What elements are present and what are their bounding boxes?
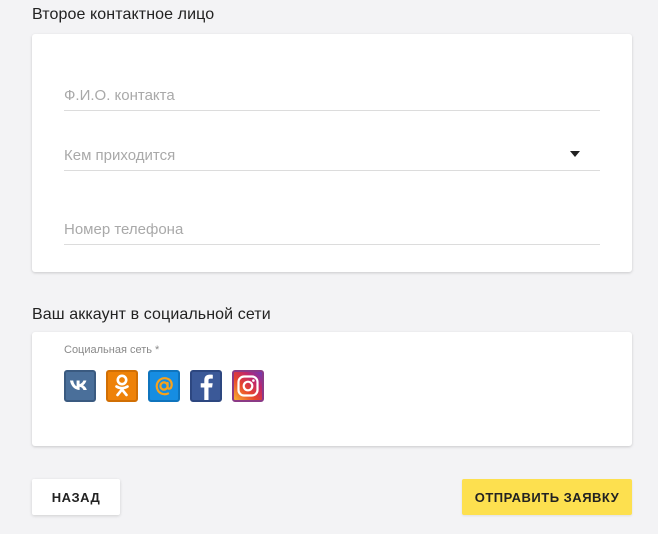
submit-application-button[interactable]: ОТПРАВИТЬ ЗАЯВКУ: [462, 479, 632, 515]
contact-name-field[interactable]: Ф.И.О. контакта: [64, 80, 600, 111]
social-account-title: Ваш аккаунт в социальной сети: [32, 306, 271, 323]
second-contact-title: Второе контактное лицо: [32, 6, 215, 23]
social-network-label: Социальная сеть *: [64, 344, 160, 356]
facebook-icon[interactable]: [190, 370, 222, 402]
phone-field[interactable]: Номер телефона: [64, 214, 600, 245]
relation-select[interactable]: Кем приходится: [64, 140, 600, 171]
contact-name-placeholder: Ф.И.О. контакта: [64, 87, 175, 104]
instagram-icon[interactable]: [232, 370, 264, 402]
social-account-card: Социальная сеть *: [32, 332, 632, 446]
vk-icon[interactable]: [64, 370, 96, 402]
at-sign-icon[interactable]: [148, 370, 180, 402]
social-network-list: [64, 370, 264, 402]
odnoklassniki-icon[interactable]: [106, 370, 138, 402]
dropdown-arrow-icon[interactable]: [570, 151, 580, 157]
relation-placeholder: Кем приходится: [64, 147, 176, 164]
second-contact-card: Ф.И.О. контакта Кем приходится Номер тел…: [32, 34, 632, 272]
back-button[interactable]: НАЗАД: [32, 479, 120, 515]
phone-placeholder: Номер телефона: [64, 221, 184, 238]
